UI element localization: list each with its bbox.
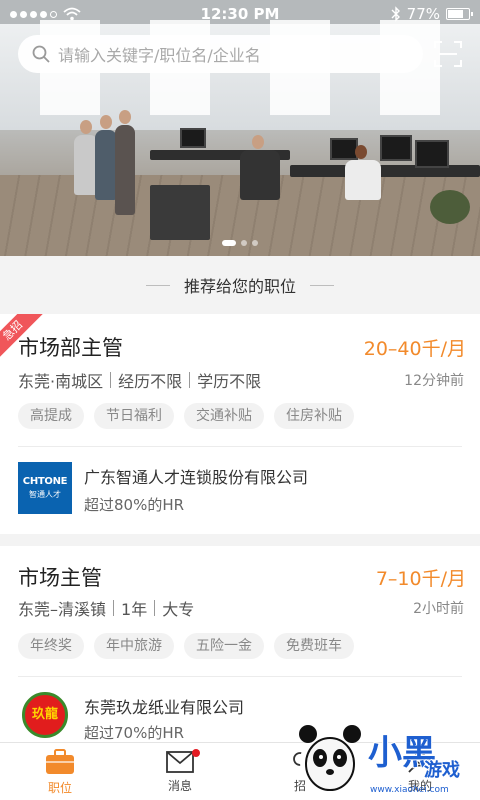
pager-dot — [241, 240, 247, 246]
hr-stat: 超过80%的HR — [84, 496, 185, 514]
company-logo[interactable]: CHTONE 智通人才 — [18, 462, 72, 514]
search-icon — [32, 45, 50, 63]
job-meta: 东莞·南城区 经历不限 学历不限 — [18, 368, 261, 392]
job-location: 东莞·南城区 — [18, 372, 104, 391]
job-tags: 高提成 节日福利 交通补贴 住房补贴 — [18, 403, 354, 429]
job-experience: 1年 — [121, 600, 148, 619]
svg-text:www.xiaohei.com: www.xiaohei.com — [370, 785, 449, 795]
benefit-tag: 免费班车 — [274, 633, 354, 659]
tab-messages[interactable]: 消息 — [120, 743, 240, 800]
tab-jobs[interactable]: 职位 — [0, 743, 120, 800]
pager-dot — [222, 240, 236, 246]
search-bar[interactable]: 请输入关键字/职位名/企业名 — [18, 35, 423, 73]
benefit-tag: 年终奖 — [18, 633, 84, 659]
job-experience: 经历不限 — [118, 372, 183, 391]
job-title: 市场部主管 — [18, 336, 123, 360]
job-posted-time: 12分钟前 — [404, 373, 464, 389]
benefit-tag: 交通补贴 — [184, 403, 264, 429]
job-salary: 7–10千/月 — [375, 568, 466, 590]
job-tags: 年终奖 年中旅游 五险一金 免费班车 — [18, 633, 354, 659]
pager-dot — [252, 240, 258, 246]
briefcase-icon — [46, 748, 74, 774]
job-posted-time: 2小时前 — [413, 601, 464, 617]
job-education: 学历不限 — [197, 372, 262, 391]
banner-pager — [0, 240, 480, 246]
job-title: 市场主管 — [18, 566, 102, 590]
job-card[interactable]: 急招 市场部主管 20–40千/月 东莞·南城区 经历不限 学历不限 12分钟前… — [0, 314, 480, 534]
svg-text:游戏: 游戏 — [424, 759, 460, 781]
app-screen: 12:30 PM 77% 请输入关键字/职位名/企业名 推荐给您的职位 急招 市… — [0, 0, 480, 800]
company-logo[interactable]: 玖龍 — [22, 692, 68, 738]
hr-stat: 超过70%的HR — [84, 724, 185, 742]
job-location: 东莞–清溪镇 — [18, 600, 107, 619]
wifi-icon — [63, 7, 81, 21]
job-salary: 20–40千/月 — [363, 338, 466, 360]
status-bar: 12:30 PM 77% — [0, 0, 480, 28]
section-title: 推荐给您的职位 — [183, 277, 296, 296]
benefit-tag: 五险一金 — [184, 633, 264, 659]
tab-label: 职位 — [47, 780, 72, 795]
benefit-tag: 年中旅游 — [94, 633, 174, 659]
mail-icon — [166, 750, 194, 773]
recommend-heading: 推荐给您的职位 — [0, 256, 480, 314]
benefit-tag: 节日福利 — [94, 403, 174, 429]
company-name[interactable]: 广东智通人才连锁股份有限公司 — [84, 464, 308, 488]
search-placeholder: 请输入关键字/职位名/企业名 — [58, 46, 261, 65]
message-badge — [192, 749, 200, 757]
job-meta: 东莞–清溪镇 1年 大专 — [18, 596, 194, 620]
tab-label: 消息 — [167, 778, 192, 793]
job-education: 大专 — [162, 600, 195, 619]
battery-icon — [446, 8, 473, 20]
watermark-logo: 小黑 游戏 www.xiaohei.com — [299, 725, 461, 795]
company-name[interactable]: 东莞玖龙纸业有限公司 — [84, 694, 244, 718]
scan-icon[interactable] — [433, 39, 463, 69]
benefit-tag: 住房补贴 — [274, 403, 354, 429]
bluetooth-icon — [391, 6, 400, 22]
signal-icon — [10, 10, 57, 18]
benefit-tag: 高提成 — [18, 403, 84, 429]
battery-percent: 77% — [406, 5, 440, 23]
